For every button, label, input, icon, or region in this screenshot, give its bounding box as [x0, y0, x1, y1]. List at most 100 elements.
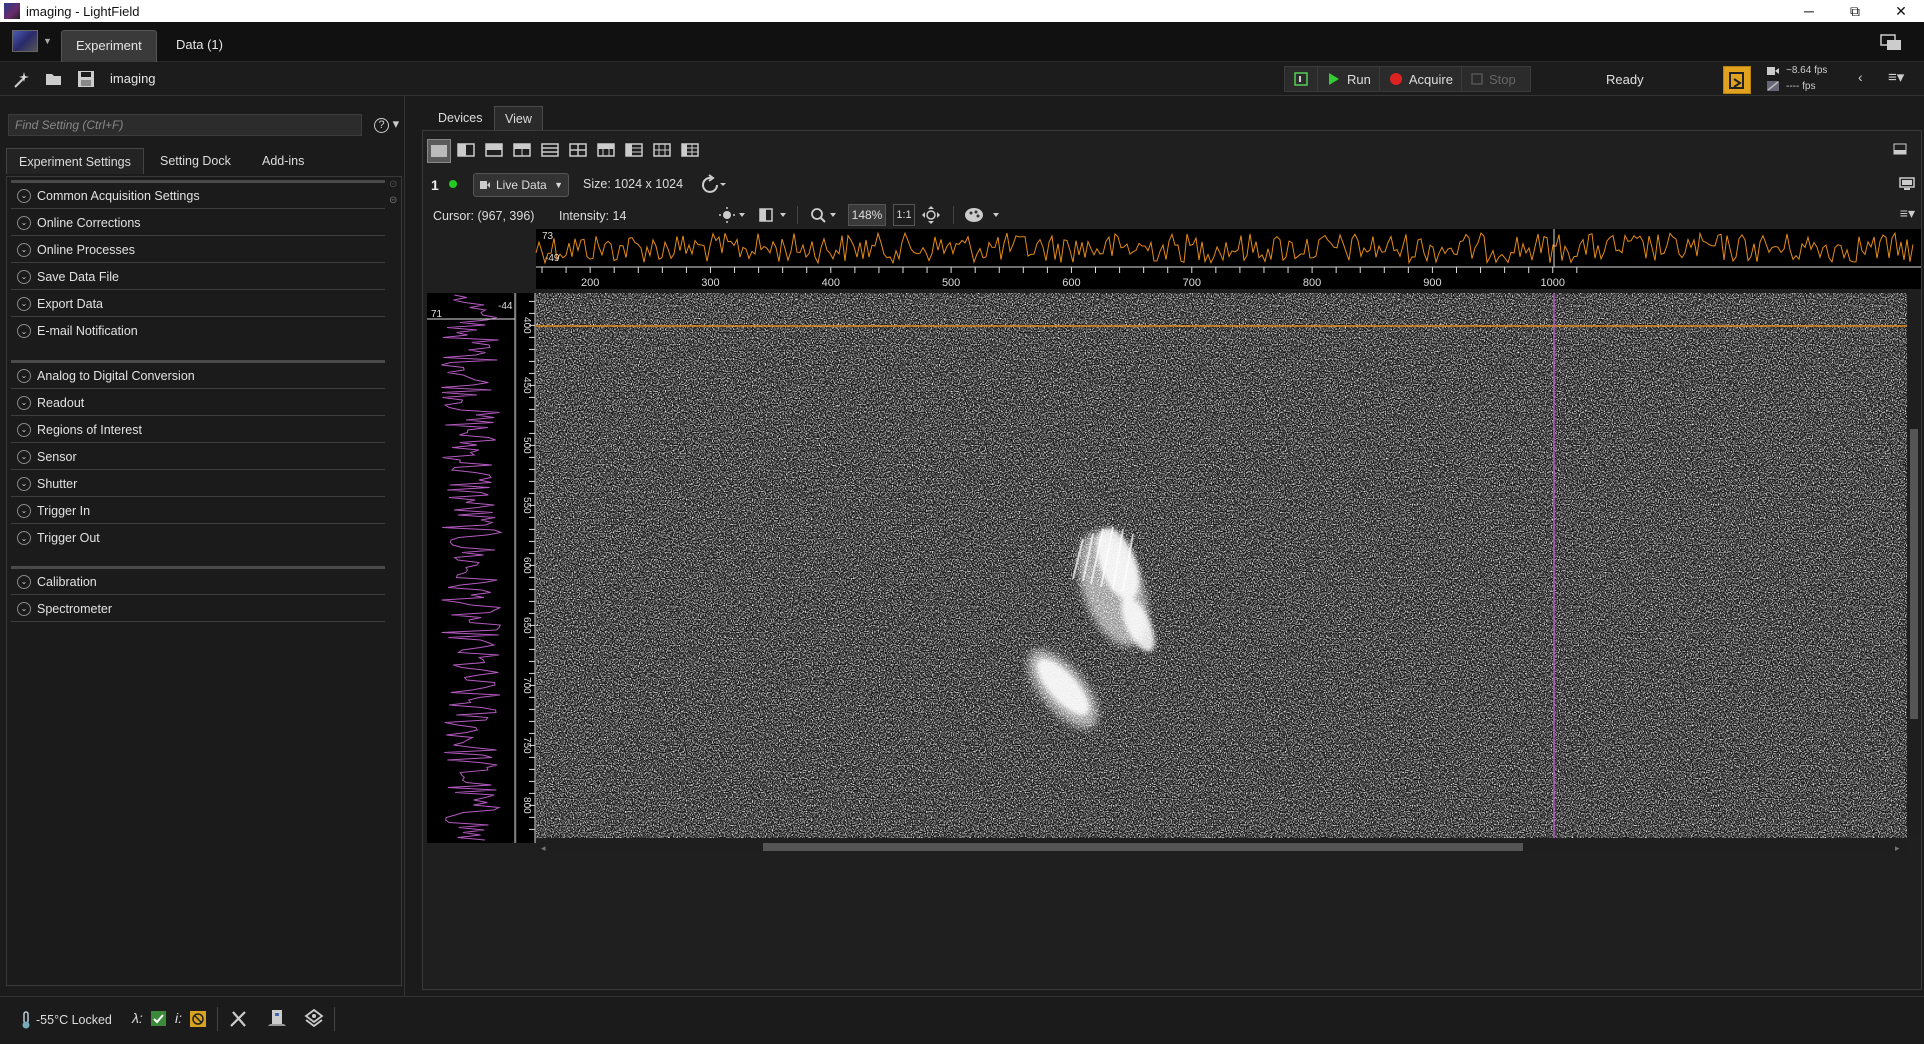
- color-palette-icon[interactable]: [963, 205, 1003, 225]
- layout-six-icon[interactable]: [651, 139, 675, 163]
- vertical-scroll-thumb[interactable]: [1910, 429, 1918, 719]
- cursor-readout: Cursor: (967, 396): [433, 209, 535, 223]
- layout-split-vertical-icon[interactable]: [455, 139, 479, 163]
- contrast-icon[interactable]: [758, 206, 788, 224]
- layout-quad-icon[interactable]: [567, 139, 591, 163]
- y-tick-label: 400: [521, 317, 532, 334]
- zoom-one-to-one-button[interactable]: 1:1: [893, 204, 915, 226]
- brightness-icon[interactable]: [718, 206, 746, 224]
- x-tick-label: 800: [1303, 277, 1321, 289]
- run-label: Run: [1347, 71, 1371, 87]
- x-tick-label: 700: [1183, 277, 1201, 289]
- setting-sensor[interactable]: ⌄ Sensor: [11, 444, 385, 470]
- pin-icon[interactable]: ⊙: [389, 179, 397, 190]
- network-icon[interactable]: [304, 1008, 324, 1028]
- tools-icon[interactable]: [228, 1009, 250, 1029]
- experiment-name: imaging: [110, 71, 156, 86]
- layout-three-rows-icon[interactable]: [539, 139, 563, 163]
- y-tick-label: 750: [521, 737, 532, 754]
- setting-spectrometer[interactable]: ⌄ Spectrometer: [11, 596, 385, 622]
- setting-shutter[interactable]: ⌄ Shutter: [11, 471, 385, 497]
- new-experiment-icon[interactable]: [12, 69, 32, 89]
- layout-grid-icon[interactable]: [679, 139, 703, 163]
- viewer-toolbar: 1 Live Data ▼ Size: 1024 x 1024: [423, 171, 1923, 199]
- layout-single-icon[interactable]: [427, 139, 451, 163]
- help-icon[interactable]: ? ▾: [374, 116, 399, 133]
- setting-adc[interactable]: ⌄ Analog to Digital Conversion: [11, 363, 385, 389]
- zoom-icon[interactable]: [809, 206, 839, 224]
- chevron-down-icon: ⌄: [17, 574, 31, 589]
- source-dropdown[interactable]: Live Data ▼: [473, 173, 569, 197]
- status-bar: -55°C Locked λ: i:: [0, 996, 1924, 1044]
- setting-calibration[interactable]: ⌄ Calibration: [11, 569, 385, 595]
- collapse-chevron-icon[interactable]: ‹: [1858, 69, 1863, 85]
- x-tick-label: 400: [822, 277, 840, 289]
- tab-view[interactable]: View: [494, 106, 543, 130]
- tab-add-ins[interactable]: Add-ins: [250, 148, 316, 174]
- check-icon[interactable]: [151, 1011, 166, 1026]
- tab-experiment-settings[interactable]: Experiment Settings: [6, 148, 144, 174]
- app-menu-caret-icon[interactable]: ▼: [43, 36, 52, 46]
- tab-devices[interactable]: Devices: [428, 106, 492, 130]
- messages-icon[interactable]: [1880, 34, 1902, 52]
- experiment-toolbar: imaging Run Acquire Stop Ready ~8.64 fps…: [0, 62, 1924, 96]
- setting-common-acquisition[interactable]: ⌄ Common Acquisition Settings: [11, 183, 385, 209]
- run-button[interactable]: Run: [1318, 67, 1380, 91]
- device-icon[interactable]: [268, 1008, 288, 1028]
- maximize-button[interactable]: ⧉: [1832, 0, 1878, 22]
- monitor-icon[interactable]: [1899, 177, 1915, 191]
- chevron-down-icon: ▼: [554, 180, 563, 190]
- find-setting-input[interactable]: Find Setting (Ctrl+F): [8, 114, 362, 136]
- preview-icon-button[interactable]: [1285, 67, 1318, 91]
- collapse-all-icon[interactable]: ⊝: [389, 195, 397, 206]
- app-menu-logo-icon[interactable]: [12, 30, 38, 52]
- camera-image[interactable]: [536, 293, 1921, 838]
- fit-to-window-icon[interactable]: [921, 205, 941, 225]
- x-tick-label: 200: [581, 277, 599, 289]
- tab-setting-dock[interactable]: Setting Dock: [148, 148, 243, 174]
- scroll-left-icon[interactable]: ◂: [541, 843, 546, 853]
- open-folder-icon[interactable]: [44, 69, 64, 89]
- export-icon[interactable]: [1723, 66, 1751, 94]
- x-tick-label: 300: [701, 277, 719, 289]
- tab-experiment[interactable]: Experiment: [61, 30, 157, 62]
- chevron-down-icon: ⌄: [17, 449, 31, 464]
- temperature-status[interactable]: -55°C Locked: [20, 1011, 112, 1029]
- setting-online-corrections[interactable]: ⌄ Online Corrections: [11, 210, 385, 236]
- setting-email-notification[interactable]: ⌄ E-mail Notification: [11, 318, 385, 344]
- viewer-menu-icon[interactable]: ≡▾: [1900, 205, 1915, 222]
- acquisition-controls: Run Acquire Stop: [1284, 66, 1531, 92]
- zoom-percent[interactable]: 148%: [848, 204, 886, 226]
- refresh-icon[interactable]: [697, 174, 727, 196]
- setting-trigger-in[interactable]: ⌄ Trigger In: [11, 498, 385, 524]
- main-tab-bar: ▼ Experiment Data (1): [0, 22, 1924, 62]
- layout-top-three-icon[interactable]: [595, 139, 619, 163]
- setting-roi[interactable]: ⌄ Regions of Interest: [11, 417, 385, 443]
- scroll-right-icon[interactable]: ▸: [1895, 843, 1900, 853]
- detach-view-icon[interactable]: [1893, 143, 1907, 155]
- tab-data[interactable]: Data (1): [162, 30, 237, 62]
- layout-split-horizontal-icon[interactable]: [483, 139, 507, 163]
- acquire-button[interactable]: Acquire: [1380, 67, 1462, 91]
- no-calibration-icon[interactable]: [190, 1011, 206, 1027]
- save-icon[interactable]: [76, 69, 96, 89]
- setting-online-processes[interactable]: ⌄ Online Processes: [11, 237, 385, 263]
- wavelength-status-label: λ:: [132, 1010, 143, 1026]
- toolbar-menu-icon[interactable]: ≡▾: [1888, 68, 1904, 86]
- minimize-button[interactable]: ─: [1786, 0, 1832, 22]
- row-profile-min: -49: [545, 253, 560, 264]
- image-display[interactable]: 73 -49 200 300 400 500 600 700 800 900 1000 71 -…: [423, 229, 1921, 955]
- setting-readout[interactable]: ⌄ Readout: [11, 390, 385, 416]
- setting-export-data[interactable]: ⌄ Export Data: [11, 291, 385, 317]
- horizontal-scroll-thumb[interactable]: [763, 843, 1523, 851]
- close-button[interactable]: ✕: [1878, 0, 1924, 22]
- status-divider: [217, 1007, 218, 1031]
- layout-left-three-icon[interactable]: [623, 139, 647, 163]
- layout-three-top-icon[interactable]: [511, 139, 535, 163]
- stop-label: Stop: [1488, 71, 1516, 87]
- x-tick-label: 1000: [1541, 277, 1565, 289]
- setting-trigger-out[interactable]: ⌄ Trigger Out: [11, 525, 385, 551]
- setting-save-data-file[interactable]: ⌄ Save Data File: [11, 264, 385, 290]
- stop-button[interactable]: Stop: [1462, 67, 1530, 91]
- y-axis-ticks: 400 450 500 550 600 650 700 750 800: [521, 300, 535, 830]
